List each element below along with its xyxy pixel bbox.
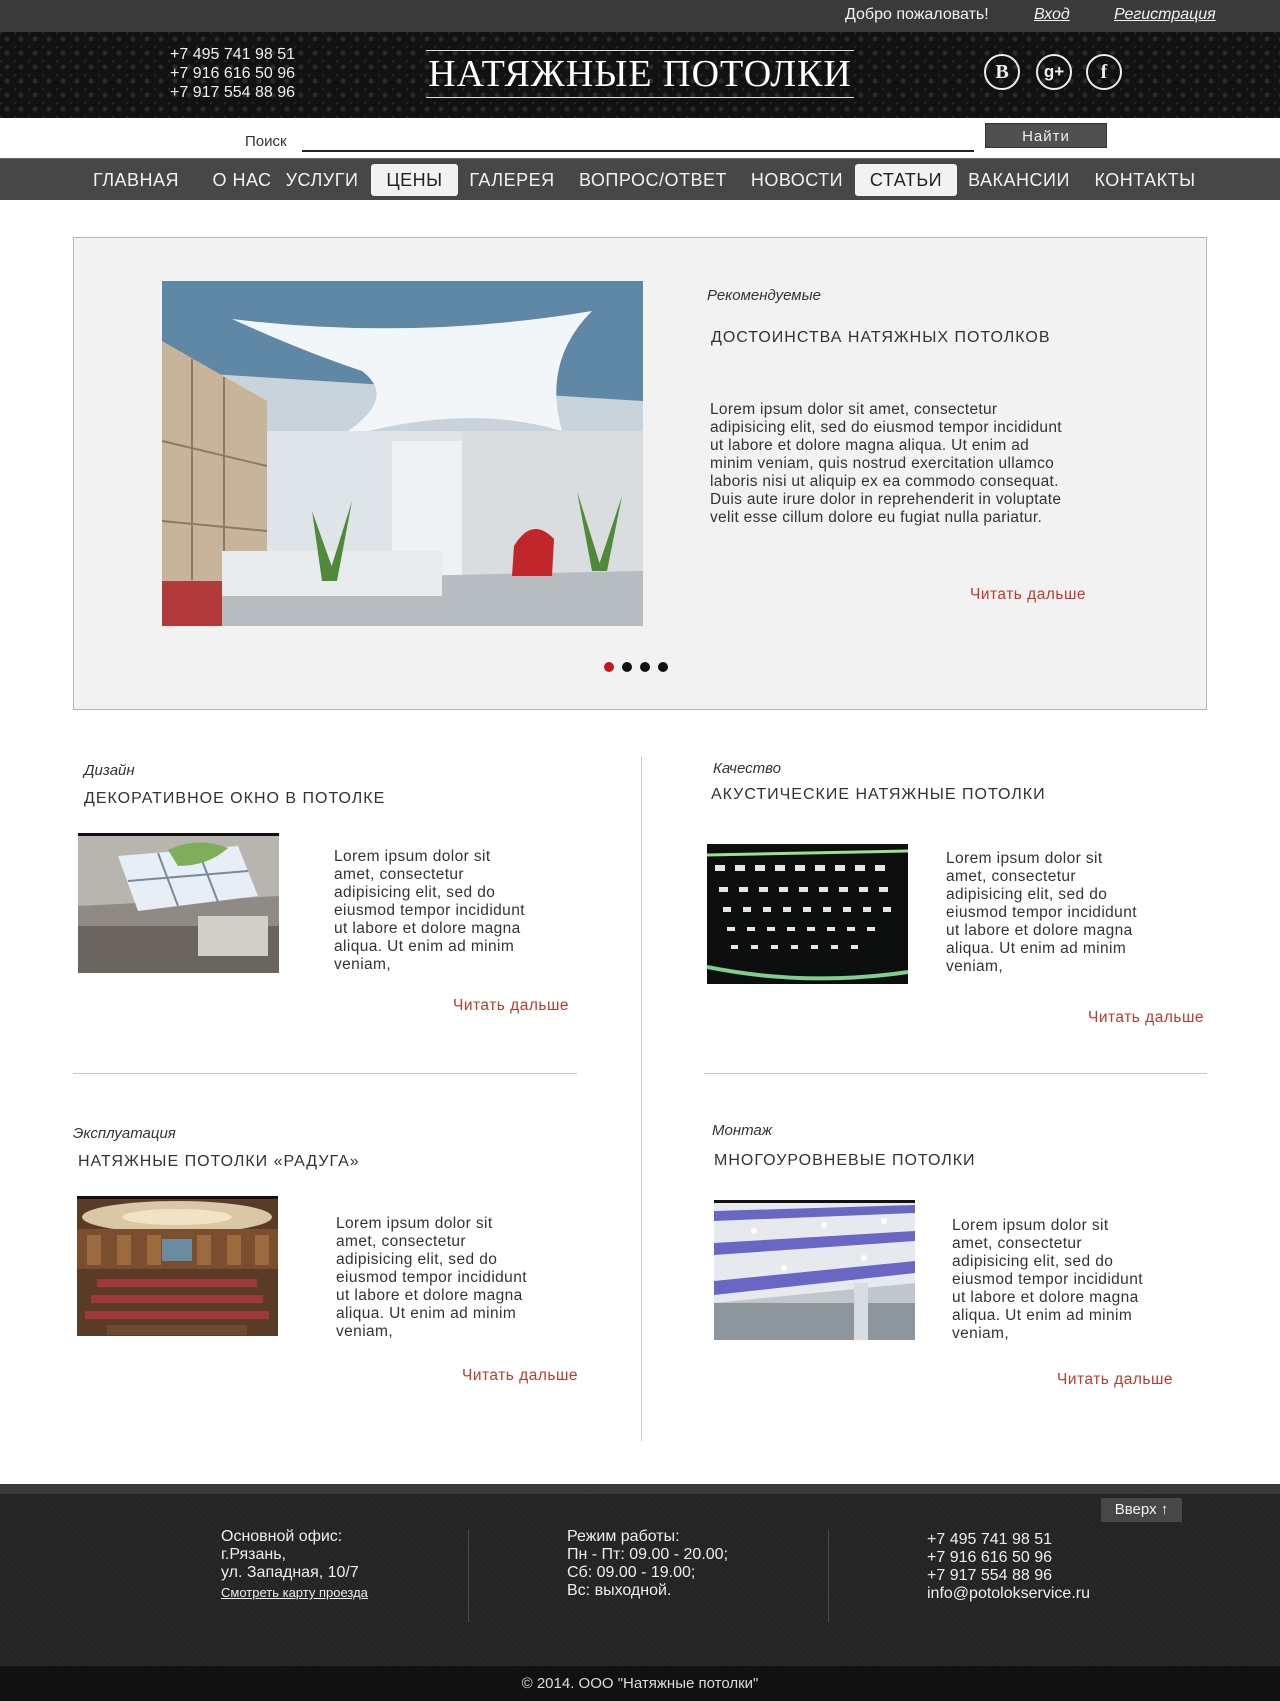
article-read-more-link[interactable]: Читать дальше xyxy=(462,1367,578,1385)
nav-item-prices[interactable]: ЦЕНЫ xyxy=(371,164,458,196)
search-button[interactable]: Найти xyxy=(985,123,1107,148)
featured-text: Lorem ipsum dolor sit amet, consectetur … xyxy=(710,401,1062,526)
nav-item-contacts[interactable]: КОНТАКТЫ xyxy=(1090,164,1200,196)
articles-divider xyxy=(73,1073,577,1074)
slider-dot[interactable] xyxy=(622,662,632,672)
featured-title[interactable]: ДОСТОИНСТВА НАТЯЖНЫХ ПОТОЛКОВ xyxy=(711,329,1051,347)
footer-contacts: +7 495 741 98 51 +7 916 616 50 96 +7 917… xyxy=(927,1531,1090,1603)
article-read-more-link[interactable]: Читать дальше xyxy=(1088,1009,1204,1027)
article-text: Lorem ipsum dolor sit amet, consectetur … xyxy=(336,1215,527,1340)
article-image[interactable] xyxy=(78,833,279,973)
google-plus-icon[interactable]: g+ xyxy=(1036,54,1072,90)
map-link[interactable]: Смотреть карту проезда xyxy=(221,1584,368,1602)
top-bar: Добро пожаловать! Вход Регистрация xyxy=(0,0,1280,32)
nav-item-gallery[interactable]: ГАЛЕРЕЯ xyxy=(464,164,560,196)
vk-icon[interactable]: B xyxy=(984,54,1020,90)
header-phones: +7 495 741 98 51 +7 916 616 50 96 +7 917… xyxy=(170,45,295,102)
footer-hours-line: Режим работы: xyxy=(567,1528,680,1545)
nav-item-services[interactable]: УСЛУГИ xyxy=(282,164,362,196)
article-image[interactable] xyxy=(77,1196,278,1336)
article-image[interactable] xyxy=(707,844,908,984)
site-footer: Вверх ↑ Основной офис: г.Рязань, ул. Зап… xyxy=(0,1484,1280,1666)
article-title[interactable]: ДЕКОРАТИВНОЕ ОКНО В ПОТОЛКЕ xyxy=(84,790,385,808)
login-link[interactable]: Вход xyxy=(1034,6,1070,24)
article-title[interactable]: АКУСТИЧЕСКИЕ НАТЯЖНЫЕ ПОТОЛКИ xyxy=(711,786,1046,804)
copyright: © 2014. ООО "Натяжные потолки" xyxy=(0,1666,1280,1701)
search-input[interactable] xyxy=(302,128,974,152)
footer-hours-line: Пн - Пт: 09.00 - 20.00; xyxy=(567,1546,729,1563)
article-text: Lorem ipsum dolor sit amet, consectetur … xyxy=(946,850,1137,975)
register-link[interactable]: Регистрация xyxy=(1114,6,1216,24)
slider-dot[interactable] xyxy=(640,662,650,672)
search-label: Поиск xyxy=(245,133,287,150)
articles-vertical-divider xyxy=(641,757,642,1441)
article-read-more-link[interactable]: Читать дальше xyxy=(1057,1371,1173,1389)
phone-number: +7 916 616 50 96 xyxy=(170,65,296,82)
nav-item-vacancies[interactable]: ВАКАНСИИ xyxy=(963,164,1075,196)
welcome-text: Добро пожаловать! xyxy=(845,6,989,23)
footer-divider xyxy=(468,1530,469,1622)
article-category: Качество xyxy=(713,760,781,777)
footer-phone: +7 917 554 88 96 xyxy=(927,1567,1053,1584)
featured-slider: Рекомендуемые ДОСТОИНСТВА НАТЯЖНЫХ ПОТОЛ… xyxy=(73,237,1207,710)
footer-email[interactable]: info@potolokservice.ru xyxy=(927,1585,1090,1603)
nav-item-about[interactable]: О НАС xyxy=(196,164,288,196)
article-text: Lorem ipsum dolor sit amet, consectetur … xyxy=(334,848,525,973)
footer-hours-line: Вс: выходной. xyxy=(567,1582,672,1599)
article-read-more-link[interactable]: Читать дальше xyxy=(453,997,569,1015)
nav-item-articles[interactable]: СТАТЬИ xyxy=(855,164,957,196)
site-logo[interactable]: НАТЯЖНЫЕ ПОТОЛКИ xyxy=(426,50,854,98)
footer-office-line: г.Рязань, xyxy=(221,1546,286,1563)
footer-hours-line: Сб: 09.00 - 19.00; xyxy=(567,1564,696,1581)
slider-dot[interactable] xyxy=(658,662,668,672)
phone-number: +7 917 554 88 96 xyxy=(170,84,296,101)
footer-office-line: Основной офис: xyxy=(221,1528,343,1545)
footer-phone: +7 495 741 98 51 xyxy=(927,1531,1053,1548)
search-bar: Поиск Найти xyxy=(0,118,1280,158)
main-nav: ГЛАВНАЯ О НАС УСЛУГИ ЦЕНЫ ГАЛЕРЕЯ ВОПРОС… xyxy=(0,158,1280,200)
article-category: Эксплуатация xyxy=(73,1125,176,1142)
slider-dot-active[interactable] xyxy=(604,662,614,672)
featured-read-more-link[interactable]: Читать дальше xyxy=(970,586,1086,604)
article-category: Монтаж xyxy=(712,1122,773,1139)
nav-item-home[interactable]: ГЛАВНАЯ xyxy=(80,164,192,196)
article-category: Дизайн xyxy=(84,762,135,779)
article-text: Lorem ipsum dolor sit amet, consectetur … xyxy=(952,1217,1143,1342)
footer-divider xyxy=(828,1530,829,1622)
nav-item-faq[interactable]: ВОПРОС/ОТВЕТ xyxy=(576,164,730,196)
article-title[interactable]: МНОГОУРОВНЕВЫЕ ПОТОЛКИ xyxy=(714,1152,976,1170)
site-header: +7 495 741 98 51 +7 916 616 50 96 +7 917… xyxy=(0,32,1280,118)
facebook-icon[interactable]: f xyxy=(1086,54,1122,90)
article-image[interactable] xyxy=(714,1200,915,1340)
featured-category: Рекомендуемые xyxy=(707,287,821,304)
footer-office: Основной офис: г.Рязань, ул. Западная, 1… xyxy=(221,1528,368,1602)
footer-office-line: ул. Западная, 10/7 xyxy=(221,1564,359,1581)
scroll-top-button[interactable]: Вверх ↑ xyxy=(1101,1498,1182,1522)
featured-image[interactable] xyxy=(162,281,643,626)
article-title[interactable]: НАТЯЖНЫЕ ПОТОЛКИ «РАДУГА» xyxy=(78,1153,360,1171)
phone-number: +7 495 741 98 51 xyxy=(170,46,296,63)
nav-item-news[interactable]: НОВОСТИ xyxy=(744,164,850,196)
footer-phone: +7 916 616 50 96 xyxy=(927,1549,1053,1566)
articles-divider xyxy=(704,1073,1207,1074)
footer-hours: Режим работы: Пн - Пт: 09.00 - 20.00; Сб… xyxy=(567,1528,728,1600)
